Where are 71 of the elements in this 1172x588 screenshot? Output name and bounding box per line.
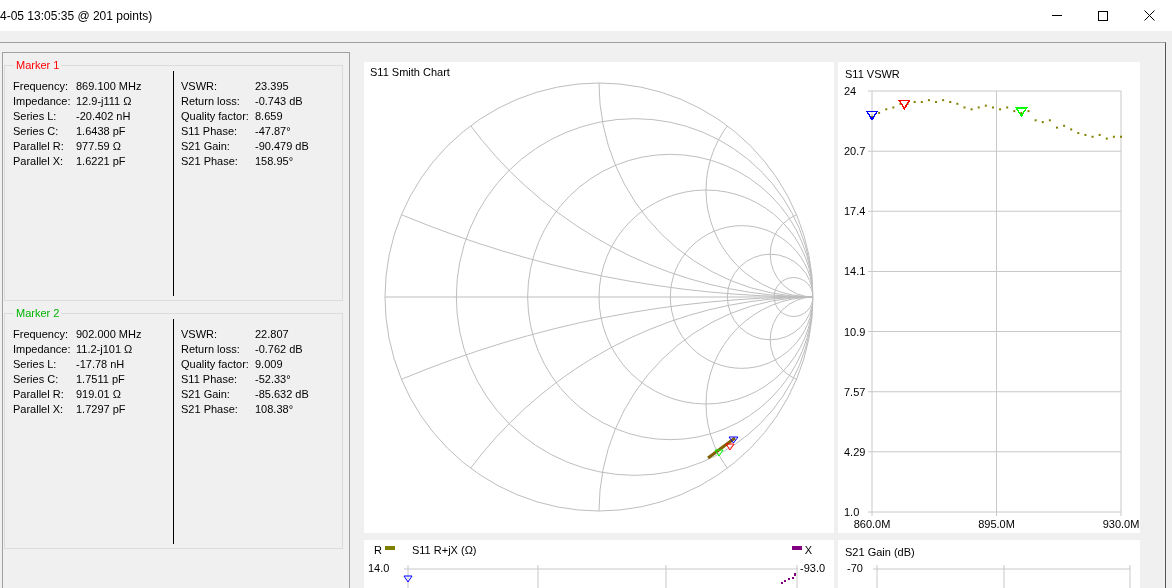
field-value: -0.762 dB	[255, 342, 303, 357]
window-title: 4-05 13:05:35 @ 201 points)	[0, 8, 154, 23]
field-value: 23.395	[255, 79, 289, 94]
field-value: 22.807	[255, 327, 289, 342]
field-value: 919.01 Ω	[76, 387, 121, 402]
field-label: Parallel R:	[13, 387, 65, 402]
field-label: S21 Phase:	[181, 402, 239, 417]
axis-tick-label: 14.0	[368, 562, 390, 574]
field-value: 158.95°	[255, 154, 294, 169]
axis-tick-label: 895.0M	[978, 518, 1015, 530]
axis-tick-label: 24	[844, 85, 857, 97]
field-value: -52.33°	[255, 372, 291, 387]
chart-title: S11 VSWR	[845, 68, 900, 80]
axis-tick-label: 860.0M	[853, 518, 891, 530]
axis-tick-label: 20.7	[844, 145, 866, 158]
field-label: VSWR:	[181, 79, 219, 94]
field-label: Return loss:	[181, 94, 241, 109]
field-value: -17.78 nH	[76, 357, 125, 372]
field-value: 1.6438 pF	[76, 124, 126, 139]
field-label: Impedance:	[13, 342, 72, 357]
field-value: 1.7297 pF	[76, 402, 126, 417]
axis-tick-label: 7.57	[844, 385, 866, 398]
legend-item: X	[804, 544, 812, 556]
field-value: 9.009	[255, 357, 283, 372]
marker-title: Marker 2	[15, 307, 61, 319]
field-label: Parallel X:	[13, 402, 65, 417]
field-label: Quality factor:	[181, 357, 250, 372]
field-label: S11 Phase:	[181, 372, 239, 387]
field-value: -47.87°	[255, 124, 291, 139]
chart-title: S21 Gain (dB)	[845, 546, 915, 558]
field-label: Impedance:	[13, 94, 72, 109]
field-value: 1.7511 pF	[76, 372, 125, 387]
field-value: 902.000 MHz	[76, 327, 142, 342]
field-value: 108.38°	[255, 402, 294, 417]
field-label: Series L:	[13, 109, 58, 124]
field-label: Frequency:	[13, 327, 70, 342]
field-label: Parallel X:	[13, 154, 65, 169]
axis-tick-label: 14.1	[844, 265, 866, 278]
axis-tick-label: -93.0	[800, 562, 826, 574]
axis-tick-label: -70	[847, 562, 863, 574]
chart-title: S11 Smith Chart	[370, 66, 450, 78]
field-value: -0.743 dB	[255, 94, 303, 109]
field-value: 1.6221 pF	[76, 154, 126, 169]
field-value: -90.479 dB	[255, 139, 309, 154]
field-label: Series C:	[13, 372, 60, 387]
field-label: Return loss:	[181, 342, 241, 357]
field-label: S21 Gain:	[181, 139, 231, 154]
field-value: -20.402 nH	[76, 109, 131, 124]
field-label: Series C:	[13, 124, 60, 139]
field-value: 11.2-j101 Ω	[76, 342, 133, 357]
field-value: -85.632 dB	[255, 387, 309, 402]
field-label: S21 Phase:	[181, 154, 239, 169]
field-value: 977.59 Ω	[76, 139, 121, 154]
field-label: Frequency:	[13, 79, 70, 94]
field-label: S21 Gain:	[181, 387, 231, 402]
chart-title: S11 R+jX (Ω)	[411, 544, 477, 556]
axis-tick-label: 17.4	[844, 205, 866, 218]
axis-tick-label: 930.0M	[1102, 518, 1140, 530]
field-label: S11 Phase:	[181, 124, 239, 139]
field-value: 869.100 MHz	[76, 79, 142, 94]
field-value: 8.659	[255, 109, 283, 124]
field-label: Parallel R:	[13, 139, 65, 154]
axis-tick-label: 1.0	[844, 506, 860, 518]
field-value: 12.9-j111 Ω	[76, 94, 132, 109]
field-label: Quality factor:	[181, 109, 250, 124]
marker-title: Marker 1	[15, 59, 61, 71]
axis-tick-label: 10.9	[844, 325, 866, 338]
axis-tick-label: 4.29	[844, 445, 866, 458]
field-label: VSWR:	[181, 327, 219, 342]
legend-item: R	[374, 544, 382, 556]
field-label: Series L:	[13, 357, 58, 372]
